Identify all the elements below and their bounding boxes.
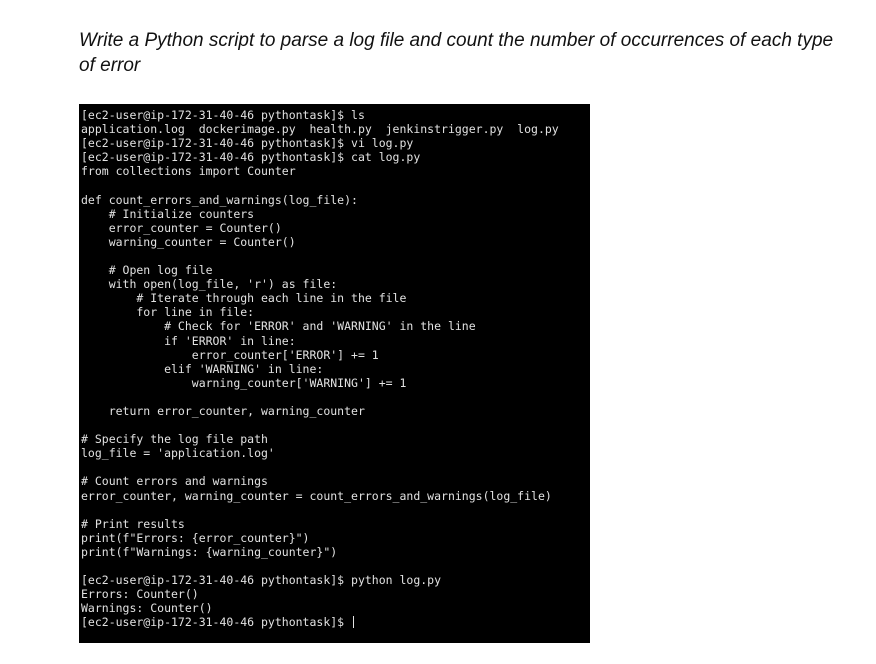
terminal-line-text: print(f"Errors: {error_counter}") bbox=[81, 530, 310, 545]
terminal-line: # Check for 'ERROR' and 'WARNING' in the… bbox=[81, 319, 590, 333]
terminal-line: log_file = 'application.log' bbox=[81, 446, 590, 460]
terminal-line: error_counter['ERROR'] += 1 bbox=[81, 348, 590, 362]
terminal-line: [ec2-user@ip-172-31-40-46 pythontask]$ c… bbox=[81, 150, 590, 164]
terminal-line: [ec2-user@ip-172-31-40-46 pythontask]$ l… bbox=[81, 108, 590, 122]
terminal-line-text: print(f"Warnings: {warning_counter}") bbox=[81, 544, 338, 559]
terminal-line-text: [ec2-user@ip-172-31-40-46 pythontask]$ c… bbox=[81, 150, 421, 165]
terminal-line-text: # Check for 'ERROR' and 'WARNING' in the… bbox=[81, 319, 476, 334]
terminal-line-text: warning_counter['WARNING'] += 1 bbox=[81, 375, 407, 390]
terminal-line-text: # Iterate through each line in the file bbox=[81, 291, 407, 306]
terminal-line: if 'ERROR' in line: bbox=[81, 334, 590, 348]
terminal-line: warning_counter = Counter() bbox=[81, 235, 590, 249]
terminal-line: [ec2-user@ip-172-31-40-46 pythontask]$ v… bbox=[81, 136, 590, 150]
terminal-line: warning_counter['WARNING'] += 1 bbox=[81, 376, 590, 390]
terminal-line-text: if 'ERROR' in line: bbox=[81, 333, 296, 348]
terminal-line: # Print results bbox=[81, 517, 590, 531]
terminal-line: return error_counter, warning_counter bbox=[81, 404, 590, 418]
terminal-line: print(f"Warnings: {warning_counter}") bbox=[81, 545, 590, 559]
terminal-line-text: # Print results bbox=[81, 516, 185, 531]
terminal-line-text: error_counter, warning_counter = count_e… bbox=[81, 488, 552, 503]
terminal-line-text: # Open log file bbox=[81, 263, 213, 278]
terminal-line-text: error_counter['ERROR'] += 1 bbox=[81, 347, 379, 362]
terminal-line: # Count errors and warnings bbox=[81, 474, 590, 488]
terminal-line-text: elif 'WARNING' in line: bbox=[81, 361, 324, 376]
terminal-line-text: [ec2-user@ip-172-31-40-46 pythontask]$ p… bbox=[81, 573, 442, 588]
terminal-line: [ec2-user@ip-172-31-40-46 pythontask]$ p… bbox=[81, 573, 590, 587]
terminal-line-text: application.log dockerimage.py health.py… bbox=[81, 122, 559, 137]
terminal-line: # Iterate through each line in the file bbox=[81, 291, 590, 305]
terminal-line-text: for line in file: bbox=[81, 305, 255, 320]
terminal-line: error_counter, warning_counter = count_e… bbox=[81, 489, 590, 503]
terminal-line-text: warning_counter = Counter() bbox=[81, 234, 296, 249]
terminal-line: error_counter = Counter() bbox=[81, 221, 590, 235]
terminal-line: # Initialize counters bbox=[81, 207, 590, 221]
terminal-window[interactable]: [ec2-user@ip-172-31-40-46 pythontask]$ l… bbox=[79, 104, 590, 643]
terminal-line: application.log dockerimage.py health.py… bbox=[81, 122, 590, 136]
terminal-line: [ec2-user@ip-172-31-40-46 pythontask]$ bbox=[81, 615, 590, 629]
terminal-line-text: log_file = 'application.log' bbox=[81, 446, 275, 461]
terminal-line-text: def count_errors_and_warnings(log_file): bbox=[81, 192, 358, 207]
terminal-cursor bbox=[353, 616, 355, 629]
terminal-line-text: return error_counter, warning_counter bbox=[81, 403, 365, 418]
terminal-line-text: # Count errors and warnings bbox=[81, 474, 268, 489]
terminal-line: with open(log_file, 'r') as file: bbox=[81, 277, 590, 291]
terminal-line-text: error_counter = Counter() bbox=[81, 220, 282, 235]
terminal-line: def count_errors_and_warnings(log_file): bbox=[81, 193, 590, 207]
terminal-line: print(f"Errors: {error_counter}") bbox=[81, 531, 590, 545]
terminal-line-text: with open(log_file, 'r') as file: bbox=[81, 277, 338, 292]
terminal-line: Errors: Counter() bbox=[81, 587, 590, 601]
terminal-line: # Open log file bbox=[81, 263, 590, 277]
terminal-line-text: [ec2-user@ip-172-31-40-46 pythontask]$ l… bbox=[81, 108, 365, 122]
question-text: Write a Python script to parse a log fil… bbox=[79, 30, 834, 76]
terminal-line-text: from collections import Counter bbox=[81, 164, 296, 179]
terminal-line: elif 'WARNING' in line: bbox=[81, 362, 590, 376]
terminal-line-text: # Initialize counters bbox=[81, 206, 255, 221]
terminal-line: # Specify the log file path bbox=[81, 432, 590, 446]
terminal-line: from collections import Counter bbox=[81, 164, 590, 178]
terminal-line-text: # Specify the log file path bbox=[81, 432, 268, 447]
terminal-line-text: [ec2-user@ip-172-31-40-46 pythontask]$ v… bbox=[81, 136, 414, 151]
terminal-line-text: Errors: Counter() bbox=[81, 587, 199, 602]
terminal-line-text: Warnings: Counter() bbox=[81, 601, 213, 616]
terminal-line: Warnings: Counter() bbox=[81, 601, 590, 615]
terminal-line: for line in file: bbox=[81, 305, 590, 319]
terminal-line-text: [ec2-user@ip-172-31-40-46 pythontask]$ bbox=[81, 615, 352, 630]
